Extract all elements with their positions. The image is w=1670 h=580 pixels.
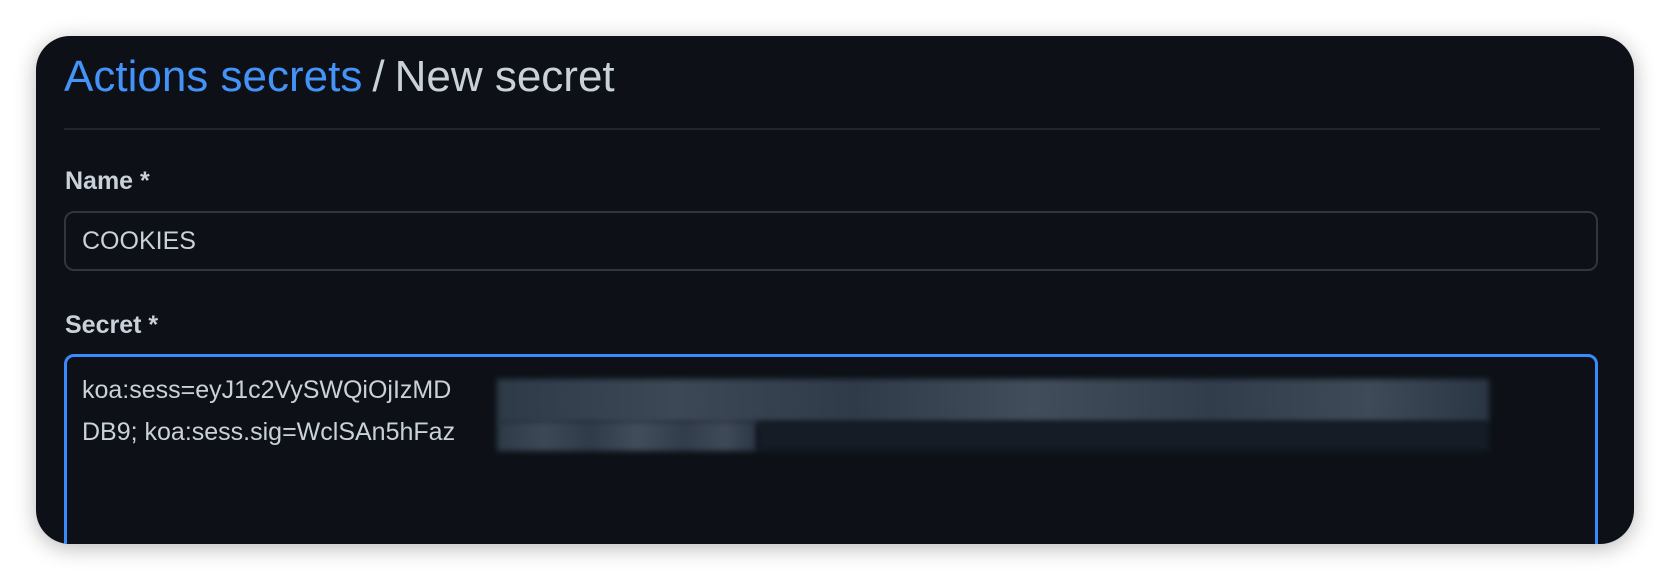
- name-input[interactable]: [64, 211, 1598, 271]
- new-secret-window: Actions secrets/New secret Name * Secret…: [36, 36, 1634, 544]
- redaction-blur-line-2: [497, 421, 757, 451]
- secret-line-2: DB9; koa:sess.sig=WclSAn5hFaz: [82, 418, 456, 446]
- breadcrumb-separator: /: [372, 52, 385, 101]
- secret-textarea[interactable]: koa:sess=eyJ1c2VySWQiOjIzMD DB9; koa:ses…: [64, 354, 1598, 544]
- redaction-blur-line-1: [497, 379, 1489, 423]
- page-title: New secret: [394, 52, 615, 101]
- secret-value: koa:sess=eyJ1c2VySWQiOjIzMD DB9; koa:ses…: [82, 369, 455, 453]
- header-divider: [64, 128, 1600, 130]
- breadcrumb: Actions secrets / New secret: [64, 50, 615, 104]
- secret-line-1: koa:sess=eyJ1c2VySWQiOjIzMD: [82, 376, 452, 404]
- name-label: Name *: [65, 167, 150, 195]
- redaction-overlay-right: [757, 421, 1489, 451]
- actions-secrets-link[interactable]: Actions secrets: [64, 52, 362, 101]
- secret-label: Secret *: [65, 311, 159, 339]
